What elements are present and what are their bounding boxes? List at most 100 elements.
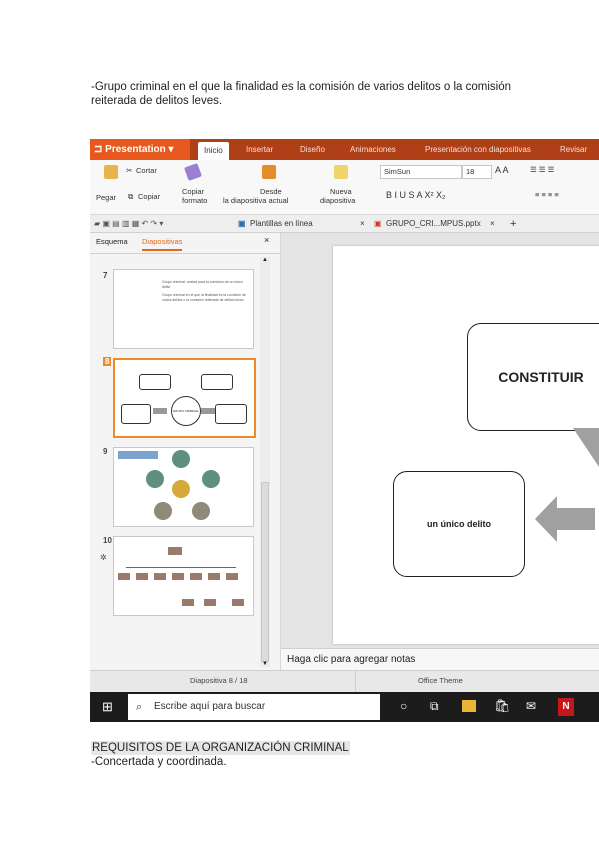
notes-area[interactable]: Haga clic para agregar notas xyxy=(281,648,599,670)
mail-icon[interactable]: ✉ xyxy=(526,699,536,713)
menu-bar: ⊐ Presentation ▾ Inicio Insertar Diseño … xyxy=(90,139,599,160)
status-divider xyxy=(355,671,356,693)
netflix-icon[interactable]: N xyxy=(558,698,574,716)
list-icon[interactable]: ☰ ☰ ☰ xyxy=(530,165,554,174)
thumb10-node xyxy=(118,573,130,580)
menu-inicio[interactable]: Inicio xyxy=(198,142,229,160)
menu-presentacion[interactable]: Presentación con diapositivas xyxy=(425,139,531,160)
close-file-tab-icon[interactable]: × xyxy=(490,217,495,231)
chevron-down-icon: ▾ xyxy=(168,144,174,155)
thumb9-circle xyxy=(172,450,190,468)
thumb7-text-b: Grupo criminal en el que la finalidad es… xyxy=(162,293,246,302)
paste-button[interactable]: Pegar xyxy=(96,193,116,202)
slide-shape-constituir[interactable]: CONSTITUIR xyxy=(467,323,599,431)
slide-number-9: 9 xyxy=(103,447,108,456)
thumb8-box xyxy=(215,404,247,424)
format-copy-label-1[interactable]: Copiar xyxy=(182,187,204,196)
text-format-icons[interactable]: B I U S A X² X₂ xyxy=(386,190,446,200)
file-explorer-icon[interactable] xyxy=(462,700,476,712)
taskbar-search-input[interactable]: ⌕ Escribe aquí para buscar xyxy=(128,694,380,720)
align-icons[interactable]: ≡ ≡ ≡ ≡ xyxy=(535,190,559,199)
quick-access-icons[interactable]: ▰ ▣ ▤ ▥ ▦ ↶ ↷ ▾ xyxy=(94,217,163,231)
thumb10-node xyxy=(154,573,166,580)
grow-font-icon[interactable]: A A xyxy=(495,165,509,175)
slides-panel: Esquema Diapositivas × 7 Grupo criminal:… xyxy=(90,233,281,670)
thumb8-arrow xyxy=(201,408,215,414)
app-logo-icon: ⊐ xyxy=(94,144,106,155)
document-paragraph: -Grupo criminal en el que la finalidad e… xyxy=(91,81,511,107)
close-tab-icon[interactable]: × xyxy=(360,217,365,231)
slide-thumbnail-10[interactable] xyxy=(113,536,254,616)
slide-animation-icon: ✲ xyxy=(100,553,107,562)
section-heading: REQUISITOS DE LA ORGANIZACIÓN CRIMINAL xyxy=(91,741,350,755)
status-bar: Diapositiva 8 / 18 Office Theme xyxy=(90,670,599,693)
new-slide-label-2[interactable]: diapositiva xyxy=(320,196,355,205)
document-line: -Concertada y coordinada. xyxy=(91,756,227,768)
templates-tab[interactable]: Plantillas en línea xyxy=(250,217,313,231)
tab-slides[interactable]: Diapositivas xyxy=(142,237,183,251)
new-tab-icon[interactable]: + xyxy=(510,217,516,231)
thumb9-circle xyxy=(192,502,210,520)
menu-revisar[interactable]: Revisar xyxy=(560,139,587,160)
thumb8-arrow xyxy=(153,408,167,414)
slides-scrollbar[interactable]: ▲ ▼ xyxy=(260,257,270,667)
cut-button[interactable]: Cortar xyxy=(136,166,157,175)
thumb10-node xyxy=(182,599,194,606)
thumb10-node xyxy=(172,573,184,580)
document-tab-bar: ▰ ▣ ▤ ▥ ▦ ↶ ↷ ▾ ▣ Plantillas en línea × … xyxy=(90,215,599,233)
scroll-down-icon[interactable]: ▼ xyxy=(262,661,268,667)
current-slide[interactable]: CONSTITUIR un único delito xyxy=(333,246,599,644)
format-painter-icon xyxy=(184,163,202,181)
menu-insertar[interactable]: Insertar xyxy=(246,139,273,160)
slide-number-10: 10 xyxy=(103,536,112,545)
thumb10-node xyxy=(226,573,238,580)
close-panel-icon[interactable]: × xyxy=(264,235,269,245)
thumb7-text-a: Grupo criminal: unidad para la comisión … xyxy=(162,280,243,289)
app-menu-button[interactable]: ⊐ Presentation ▾ xyxy=(90,139,190,160)
new-slide-label-1[interactable]: Nueva xyxy=(330,187,352,196)
thumb9-circle xyxy=(202,470,220,488)
thumb9-circle xyxy=(146,470,164,488)
thumb9-circle xyxy=(154,502,172,520)
task-view-icon[interactable]: ⧉ xyxy=(430,699,439,714)
slide-thumbnail-7[interactable]: Grupo criminal: unidad para la comisión … xyxy=(113,269,254,349)
windows-start-icon[interactable]: ⊞ xyxy=(102,699,113,715)
arrow-left-shape[interactable] xyxy=(535,496,595,542)
slide-shape-delito[interactable]: un único delito xyxy=(393,471,525,577)
thumb8-box xyxy=(201,374,233,390)
scrollbar-thumb[interactable] xyxy=(261,482,269,662)
panel-tabs: Esquema Diapositivas × xyxy=(90,233,280,254)
windows-taskbar: ⊞ ⌕ Escribe aquí para buscar ○ ⧉ 🛍 ✉ N xyxy=(90,692,599,722)
font-size-select[interactable]: 18 xyxy=(462,165,492,179)
app-name: Presentation xyxy=(105,144,166,155)
thumb10-node xyxy=(232,599,244,606)
paste-icon xyxy=(104,165,118,179)
file-tab[interactable]: GRUPO_CRI...MPUS.pptx xyxy=(386,217,481,231)
pptx-file-icon: ▣ xyxy=(374,219,382,228)
menu-diseno[interactable]: Diseño xyxy=(300,139,325,160)
font-size-value: 18 xyxy=(466,167,475,176)
thumb10-node xyxy=(190,573,202,580)
tab-outline[interactable]: Esquema xyxy=(96,237,128,246)
slide-thumbnail-8[interactable]: GRUPO CRIMINAL xyxy=(113,358,256,438)
scroll-up-icon[interactable]: ▲ xyxy=(262,257,268,263)
from-current-label-1[interactable]: Desde xyxy=(260,187,282,196)
menu-animaciones[interactable]: Animaciones xyxy=(350,139,396,160)
arrow-diagonal-shape[interactable] xyxy=(573,428,599,488)
thumb9-center-circle xyxy=(172,480,190,498)
from-current-label-2[interactable]: la diapositiva actual xyxy=(223,196,288,205)
thumb8-box xyxy=(121,404,151,424)
format-copy-label-2[interactable]: formato xyxy=(182,196,207,205)
scissors-icon: ✂ xyxy=(126,166,133,175)
cortana-icon[interactable]: ○ xyxy=(400,699,407,713)
thumb10-node xyxy=(208,573,220,580)
delito-text: un único delito xyxy=(427,519,491,529)
ribbon: Pegar ✂ Cortar ⧉ Copiar Copiar formato D… xyxy=(90,160,599,215)
store-icon[interactable]: 🛍 xyxy=(494,698,511,714)
font-name-value: SimSun xyxy=(384,167,411,176)
slide-thumbnail-9[interactable] xyxy=(113,447,254,527)
thumb10-connector xyxy=(126,567,236,568)
copy-button[interactable]: Copiar xyxy=(138,192,160,201)
slide-info: Diapositiva 8 / 18 xyxy=(190,676,248,685)
font-name-select[interactable]: SimSun xyxy=(380,165,462,179)
